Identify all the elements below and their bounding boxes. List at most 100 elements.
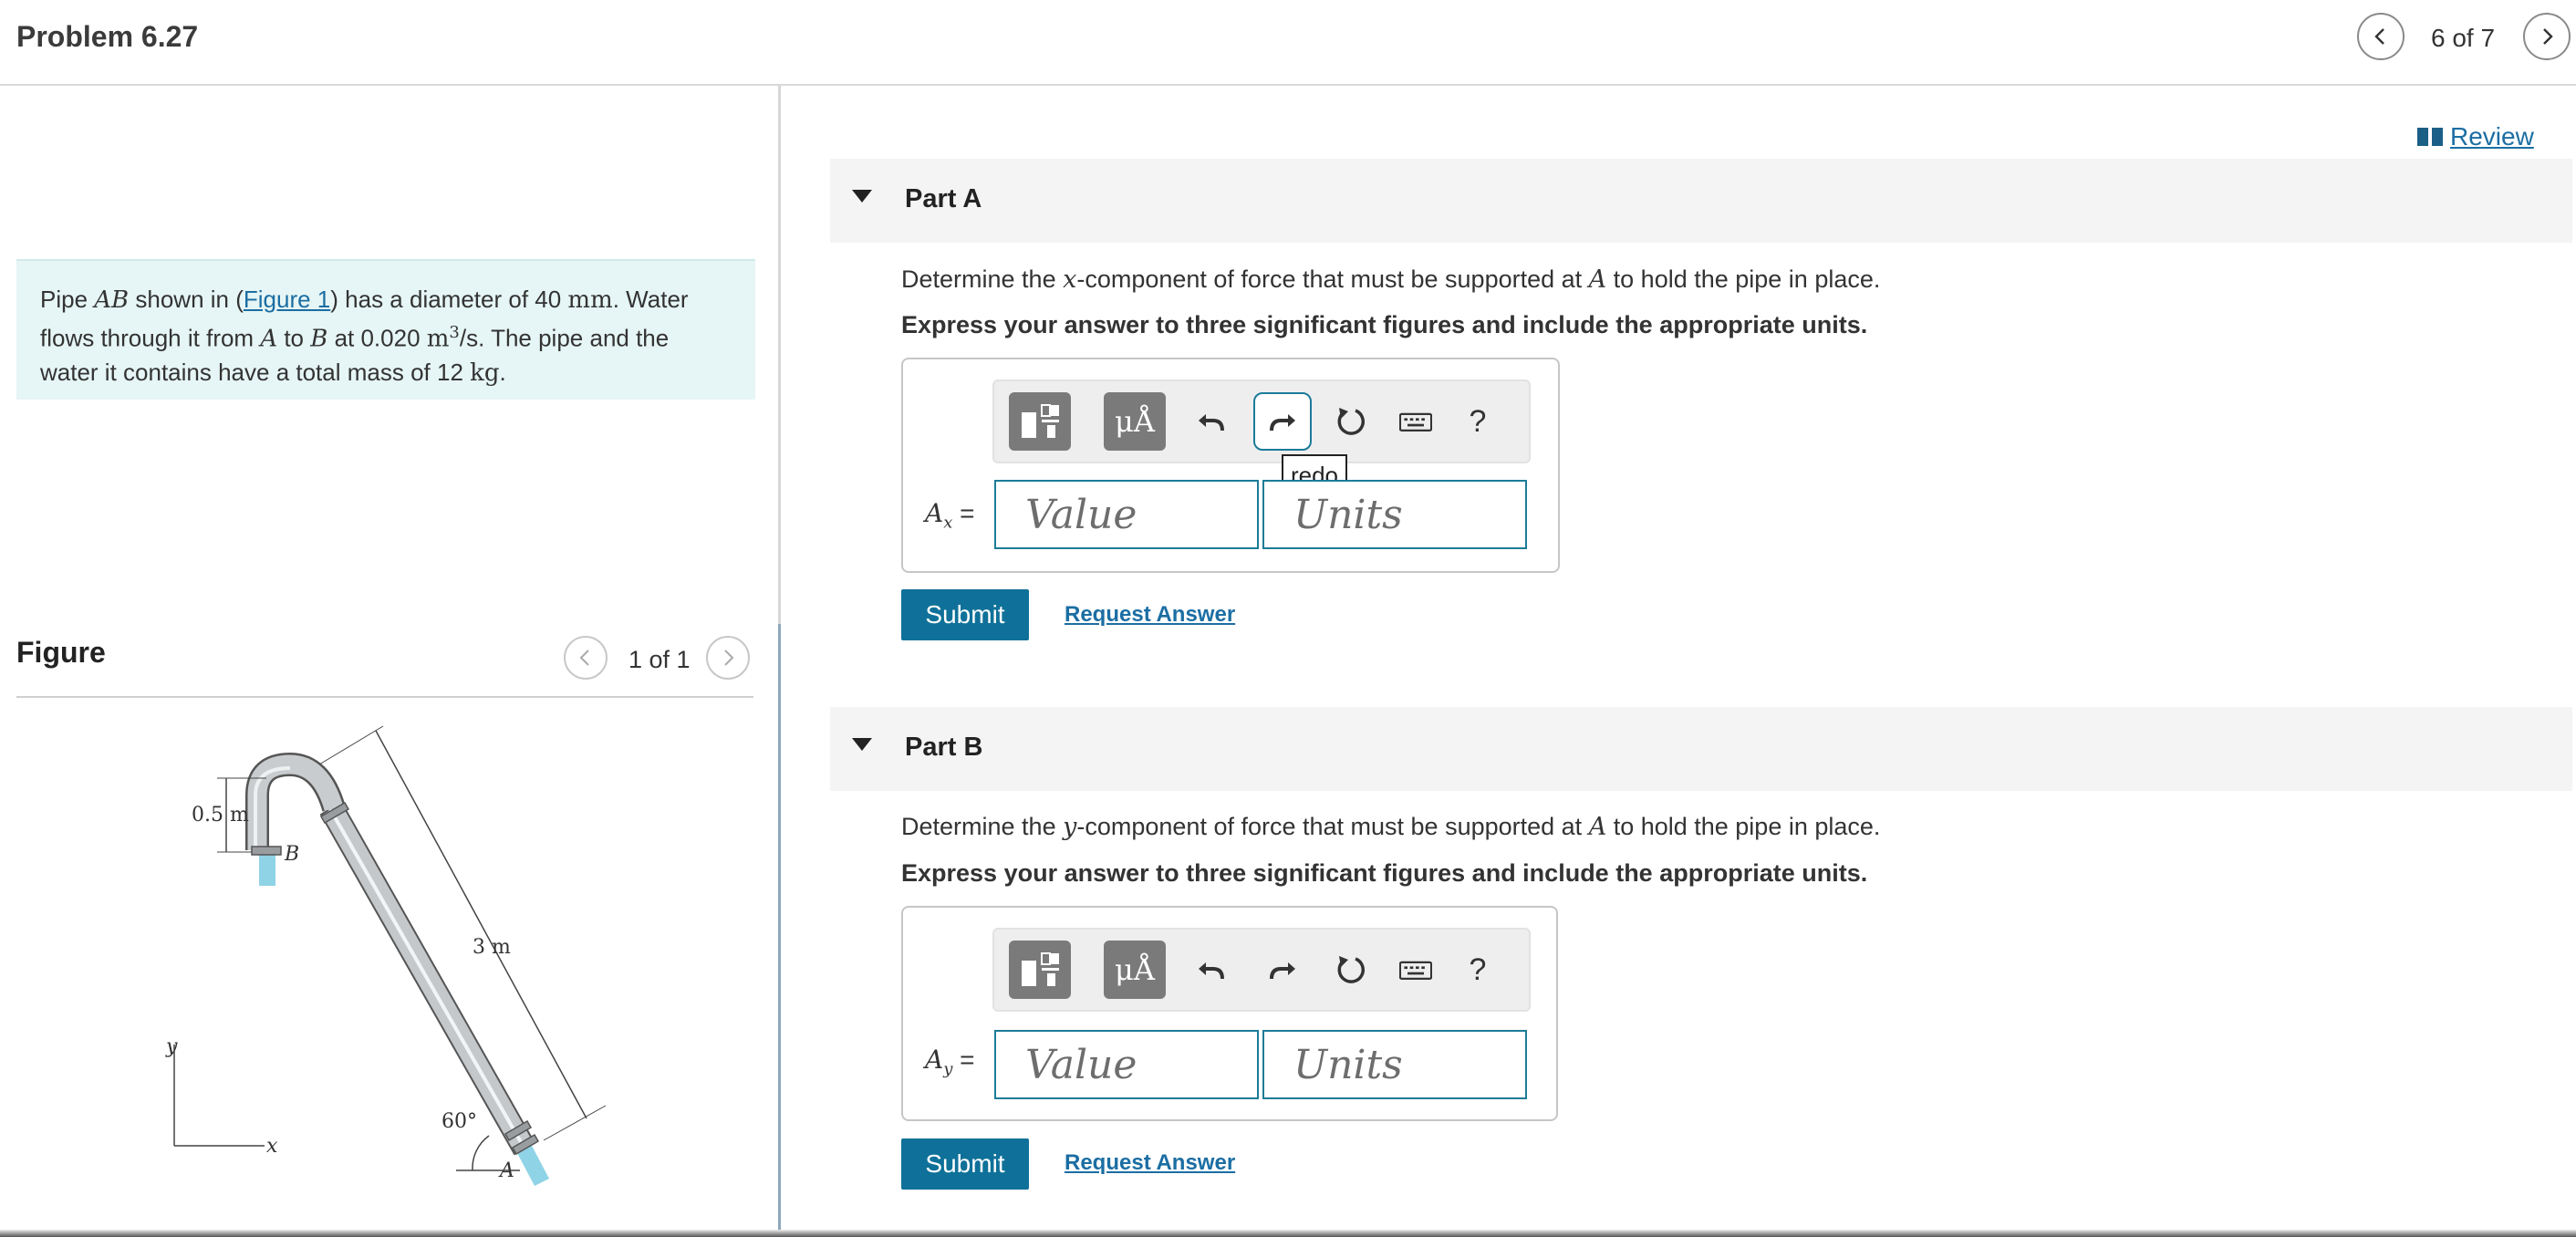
review-label: Review [2450, 122, 2534, 151]
keyboard-icon [1399, 961, 1432, 981]
redo-icon [1270, 962, 1295, 980]
question-text: -component of force that must be support… [1076, 265, 1589, 293]
part-a-question: Determine the x-component of force that … [901, 265, 1880, 294]
part-b-units-input[interactable] [1262, 1030, 1527, 1099]
math-x: x [1063, 265, 1077, 294]
units-button[interactable]: μÅ [1104, 941, 1166, 999]
part-a-header[interactable]: Part A [830, 159, 2572, 243]
part-a-instruction: Express your answer to three significant… [901, 311, 1868, 338]
undo-button[interactable] [1182, 941, 1241, 999]
part-a-field-label: Ax = [925, 498, 975, 533]
dimension-extension [318, 725, 384, 765]
intro-text: to [277, 324, 311, 352]
figure-1-link[interactable]: Figure 1 [244, 286, 330, 313]
intro-text: . [499, 358, 506, 386]
bottom-edge [0, 1230, 2576, 1237]
math-y: y [1063, 813, 1077, 841]
undo-icon [1199, 962, 1224, 980]
label-eq: = [952, 499, 975, 527]
part-a-title: Part A [905, 184, 982, 213]
templates-icon [1022, 404, 1059, 438]
water-outlet-b [259, 853, 275, 886]
units-button[interactable]: μÅ [1104, 392, 1166, 451]
math-a: A [260, 325, 278, 353]
math-toolbar: μÅ ? [992, 379, 1531, 463]
part-a-answer-box: μÅ ? redo Ax = [901, 358, 1560, 573]
undo-button[interactable] [1182, 392, 1241, 451]
part-a-value-input[interactable] [994, 480, 1259, 549]
intro-text: at 0.020 [327, 324, 427, 352]
chevron-right-icon [724, 650, 734, 666]
label-y: y [165, 1035, 178, 1058]
figure-divider [16, 696, 753, 698]
math-b: B [310, 325, 328, 353]
caret-down-icon[interactable] [852, 190, 872, 203]
figure-pager: 1 of 1 [628, 646, 691, 673]
next-figure-button[interactable] [706, 636, 750, 680]
templates-button[interactable] [1009, 941, 1071, 999]
help-button[interactable]: ? [1449, 392, 1507, 451]
intro-text: shown in ( [129, 286, 244, 313]
superscript-3: 3 [449, 323, 460, 342]
question-text: Determine the [901, 265, 1064, 293]
reset-button[interactable] [1321, 941, 1379, 999]
part-b-request-answer-link[interactable]: Request Answer [1065, 1150, 1235, 1176]
keyboard-button[interactable] [1387, 392, 1445, 451]
label-var: A [925, 1045, 944, 1075]
chevron-right-icon [2543, 28, 2553, 45]
reset-button[interactable] [1321, 392, 1379, 451]
previous-figure-button[interactable] [564, 636, 608, 680]
undo-icon [1199, 414, 1224, 431]
part-b-submit-button[interactable]: Submit [901, 1138, 1029, 1190]
part-b-field-label: Ay = [925, 1045, 975, 1079]
math-toolbar: μÅ ? [992, 928, 1531, 1012]
label-a: A [498, 1159, 514, 1182]
previous-problem-button[interactable] [2357, 13, 2405, 60]
review-link[interactable]: Review [2417, 122, 2534, 151]
reset-icon [1337, 956, 1365, 983]
question-text: -component of force that must be support… [1076, 813, 1589, 840]
reset-icon [1337, 408, 1365, 435]
intro-text: ) has a diameter of 40 [330, 286, 568, 313]
part-b-header[interactable]: Part B [830, 707, 2572, 791]
label-eq: = [952, 1045, 975, 1074]
top-bar: Problem 6.27 6 of 7 [0, 0, 2576, 86]
part-a-submit-button[interactable]: Submit [901, 589, 1029, 640]
part-a-units-input[interactable] [1262, 480, 1527, 549]
intro-text: Pipe [40, 286, 95, 313]
pipe-figure: 0.5 m B 3 m 60° A y x [165, 725, 607, 1186]
label-x: x [266, 1135, 278, 1158]
question-text: Determine the [901, 813, 1064, 840]
column-divider-accent [778, 624, 781, 1237]
unit-m: m [426, 325, 450, 353]
redo-button[interactable] [1253, 941, 1312, 999]
part-a-request-answer-link[interactable]: Request Answer [1065, 602, 1235, 628]
part-b-instruction: Express your answer to three significant… [901, 859, 1868, 887]
part-b-value-input[interactable] [994, 1030, 1259, 1099]
templates-button[interactable] [1009, 392, 1071, 451]
unit-mm: mm [567, 286, 613, 314]
problem-pager: 6 of 7 [2431, 24, 2496, 52]
help-button[interactable]: ? [1449, 941, 1507, 999]
label-length: 3 m [473, 936, 511, 959]
problem-title: Problem 6.27 [16, 20, 199, 53]
part-b-answer-box: μÅ ? Ay = [901, 906, 1558, 1121]
keyboard-button[interactable] [1387, 941, 1445, 999]
math-pipe-ab: AB [94, 286, 130, 314]
redo-button[interactable] [1253, 392, 1312, 451]
pipe-highlight [328, 808, 526, 1149]
math-a: A [1588, 265, 1607, 294]
chevron-left-icon [2374, 28, 2384, 45]
unit-kg: kg [470, 359, 500, 387]
redo-icon [1270, 414, 1295, 431]
label-height: 0.5 m [192, 804, 249, 826]
angle-arc [472, 1135, 490, 1171]
next-problem-button[interactable] [2523, 13, 2571, 60]
part-b-question: Determine the y-component of force that … [901, 813, 1880, 841]
keyboard-icon [1399, 412, 1432, 432]
figure-title: Figure [16, 636, 106, 669]
label-sub: y [943, 1059, 953, 1079]
caret-down-icon[interactable] [852, 738, 872, 751]
question-text: to hold the pipe in place. [1606, 265, 1881, 293]
flange-b [251, 846, 282, 856]
